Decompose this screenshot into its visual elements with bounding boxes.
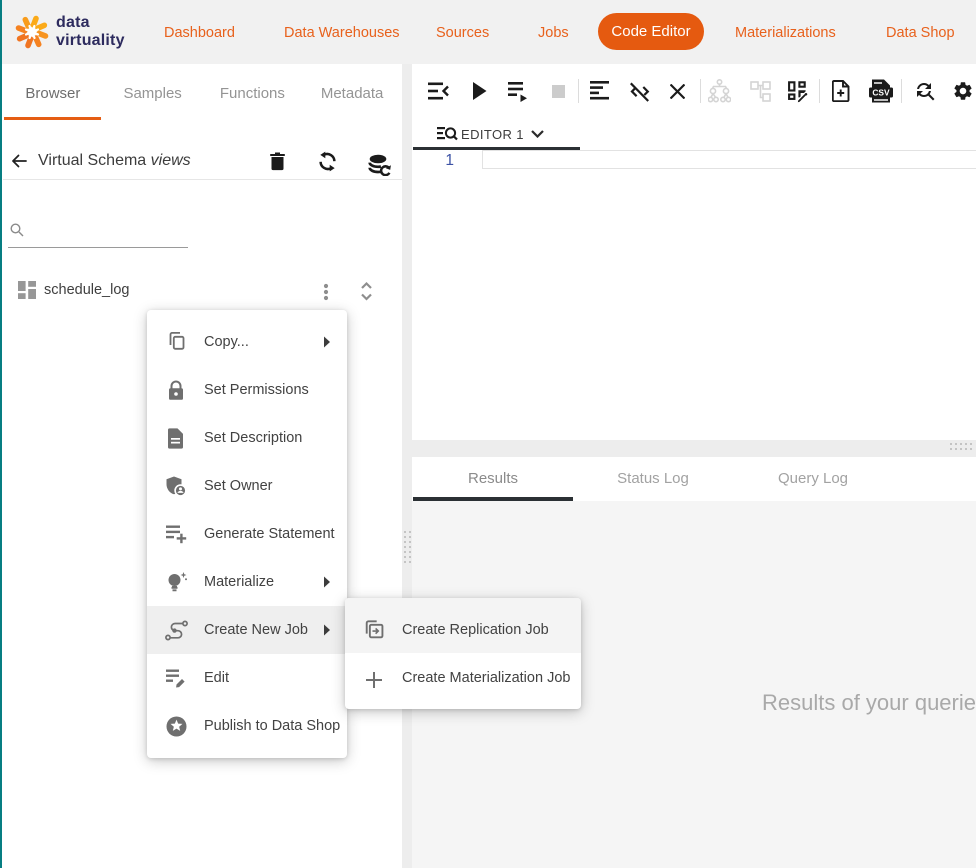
svg-text:CSV: CSV (872, 88, 890, 98)
